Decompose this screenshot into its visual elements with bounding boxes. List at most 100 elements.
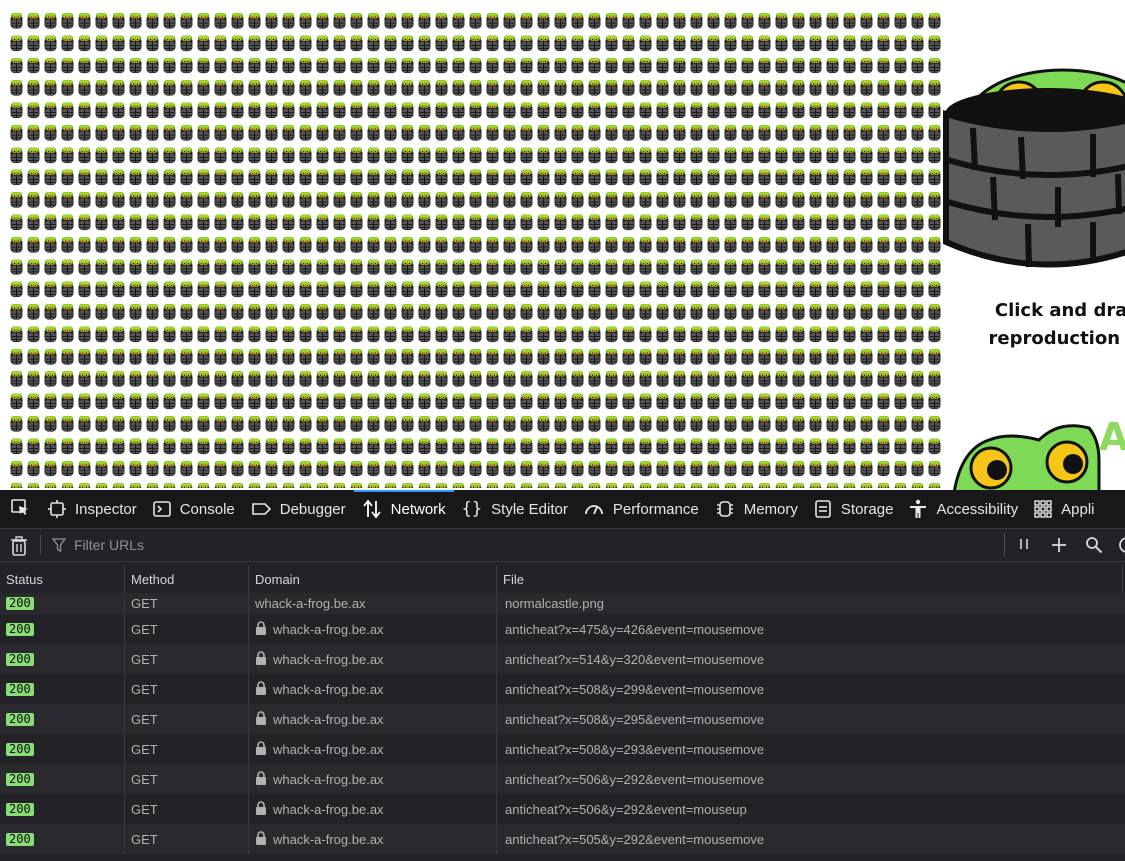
lock-icon <box>255 800 267 818</box>
inspector-icon <box>48 500 66 518</box>
column-header-method[interactable]: Method <box>125 565 249 593</box>
requests-table-header: Status Method Domain File <box>0 565 1125 594</box>
side-panel: Click and drag t reproduction of m Ap <box>943 0 1125 490</box>
search-icon <box>1086 537 1103 554</box>
tab-performance[interactable]: Performance <box>576 490 707 528</box>
status-badge: 200 <box>6 712 34 726</box>
clear-requests-button[interactable] <box>10 536 28 559</box>
lock-icon <box>255 620 267 638</box>
picker-icon <box>10 497 30 521</box>
tab-label: Inspector <box>75 500 137 518</box>
tab-label: Appli <box>1061 500 1095 518</box>
lock-icon <box>255 650 267 668</box>
filter-box[interactable] <box>52 535 492 555</box>
tab-label: Memory <box>743 500 798 518</box>
status-badge: 200 <box>6 652 34 666</box>
request-file: anticheat?x=508&y=293&event=mousemove <box>505 741 765 757</box>
instructions-line-1: Click and drag t <box>994 300 1125 321</box>
requests-list: 200 GET whack-a-frog.be.ax normalcastle.… <box>0 593 1125 854</box>
status-badge: 200 <box>6 772 34 786</box>
devtools-panel: Inspector Console Debugger Network {} St… <box>0 490 1125 861</box>
console-icon <box>152 500 171 518</box>
tab-label: Performance <box>612 500 699 518</box>
column-header-domain[interactable]: Domain <box>249 565 497 593</box>
performance-icon <box>584 500 604 518</box>
frog-image: Ap <box>953 415 1125 490</box>
request-domain: whack-a-frog.be.ax <box>273 831 384 847</box>
accessibility-icon <box>909 499 927 519</box>
request-domain: whack-a-frog.be.ax <box>273 741 384 757</box>
status-badge: 200 <box>6 802 34 816</box>
request-domain: whack-a-frog.be.ax <box>273 801 384 817</box>
storage-icon <box>814 499 832 519</box>
request-method: GET <box>131 681 158 697</box>
request-domain: whack-a-frog.be.ax <box>273 651 384 667</box>
request-row[interactable]: 200 GET whack-a-frog.be.ax anticheat?x=5… <box>0 644 1125 674</box>
request-row[interactable]: 200 GET whack-a-frog.be.ax anticheat?x=5… <box>0 824 1125 854</box>
column-header-status[interactable]: Status <box>0 565 125 593</box>
tab-storage[interactable]: Storage <box>806 490 902 528</box>
status-badge: 200 <box>6 597 34 610</box>
tab-label: Storage <box>840 500 894 518</box>
castle-grid[interactable] <box>8 10 942 488</box>
request-domain: whack-a-frog.be.ax <box>273 681 384 697</box>
network-icon <box>362 499 382 519</box>
lock-icon <box>255 680 267 698</box>
request-row[interactable]: 200 GET whack-a-frog.be.ax anticheat?x=5… <box>0 734 1125 764</box>
game-area[interactable]: Click and drag t reproduction of m Ap <box>0 0 1125 490</box>
request-row[interactable]: 200 GET whack-a-frog.be.ax anticheat?x=5… <box>0 764 1125 794</box>
tab-application[interactable]: Appli <box>1026 490 1102 528</box>
tab-network[interactable]: Network <box>353 490 454 528</box>
tab-debugger[interactable]: Debugger <box>243 490 354 528</box>
filter-icon <box>52 538 66 552</box>
request-domain: whack-a-frog.be.ax <box>255 596 366 611</box>
request-row[interactable]: 200 GET whack-a-frog.be.ax anticheat?x=5… <box>0 794 1125 824</box>
request-file: anticheat?x=506&y=292&event=mousemove <box>505 771 765 787</box>
request-method: GET <box>131 801 158 817</box>
request-row[interactable]: 200 GET whack-a-frog.be.ax normalcastle.… <box>0 593 1125 614</box>
lock-icon <box>255 770 267 788</box>
element-picker-button[interactable] <box>0 490 40 528</box>
search-requests-button[interactable] <box>1085 536 1103 557</box>
instructions-text: Click and drag t reproduction of m <box>950 297 1125 353</box>
tab-inspector[interactable]: Inspector <box>40 490 145 528</box>
instructions-line-2: reproduction of m <box>988 328 1125 349</box>
tab-label: Style Editor <box>491 500 568 518</box>
request-row[interactable]: 200 GET whack-a-frog.be.ax anticheat?x=5… <box>0 704 1125 734</box>
request-method: GET <box>131 596 158 611</box>
request-domain: whack-a-frog.be.ax <box>273 711 384 727</box>
pause-recording-button[interactable] <box>1016 536 1032 557</box>
request-file: anticheat?x=475&y=426&event=mousemove <box>505 621 765 637</box>
new-request-button[interactable] <box>1050 536 1068 557</box>
devtools-tabbar: Inspector Console Debugger Network {} St… <box>0 490 1125 529</box>
tab-accessibility[interactable]: Accessibility <box>901 490 1026 528</box>
filter-urls-input[interactable] <box>72 536 476 554</box>
request-file: anticheat?x=514&y=320&event=mousemove <box>505 651 765 667</box>
request-method: GET <box>131 771 158 787</box>
request-method: GET <box>131 711 158 727</box>
request-row[interactable]: 200 GET whack-a-frog.be.ax anticheat?x=5… <box>0 674 1125 704</box>
request-file: normalcastle.png <box>505 596 604 611</box>
plus-icon <box>1052 538 1066 552</box>
block-requests-button[interactable] <box>1118 536 1125 557</box>
status-badge: 200 <box>6 832 34 846</box>
toolbar-divider <box>1004 533 1005 557</box>
tab-memory[interactable]: Memory <box>707 490 806 528</box>
trash-icon <box>11 536 27 556</box>
column-header-file[interactable]: File <box>497 565 1123 593</box>
style-editor-icon: {} <box>461 499 483 519</box>
lock-icon <box>255 740 267 758</box>
pause-icon <box>1020 539 1028 549</box>
status-badge: 200 <box>6 742 34 756</box>
request-method: GET <box>131 741 158 757</box>
request-row[interactable]: 200 GET whack-a-frog.be.ax anticheat?x=4… <box>0 614 1125 644</box>
frog-castle-image <box>943 68 1125 268</box>
debugger-icon <box>251 500 271 518</box>
memory-icon <box>715 499 735 519</box>
request-file: anticheat?x=508&y=299&event=mousemove <box>505 681 765 697</box>
tab-label: Console <box>179 500 235 518</box>
tab-style-editor[interactable]: {} Style Editor <box>454 490 576 528</box>
banner-text: Ap <box>1099 415 1125 459</box>
tab-console[interactable]: Console <box>145 490 243 528</box>
application-icon <box>1034 500 1052 518</box>
